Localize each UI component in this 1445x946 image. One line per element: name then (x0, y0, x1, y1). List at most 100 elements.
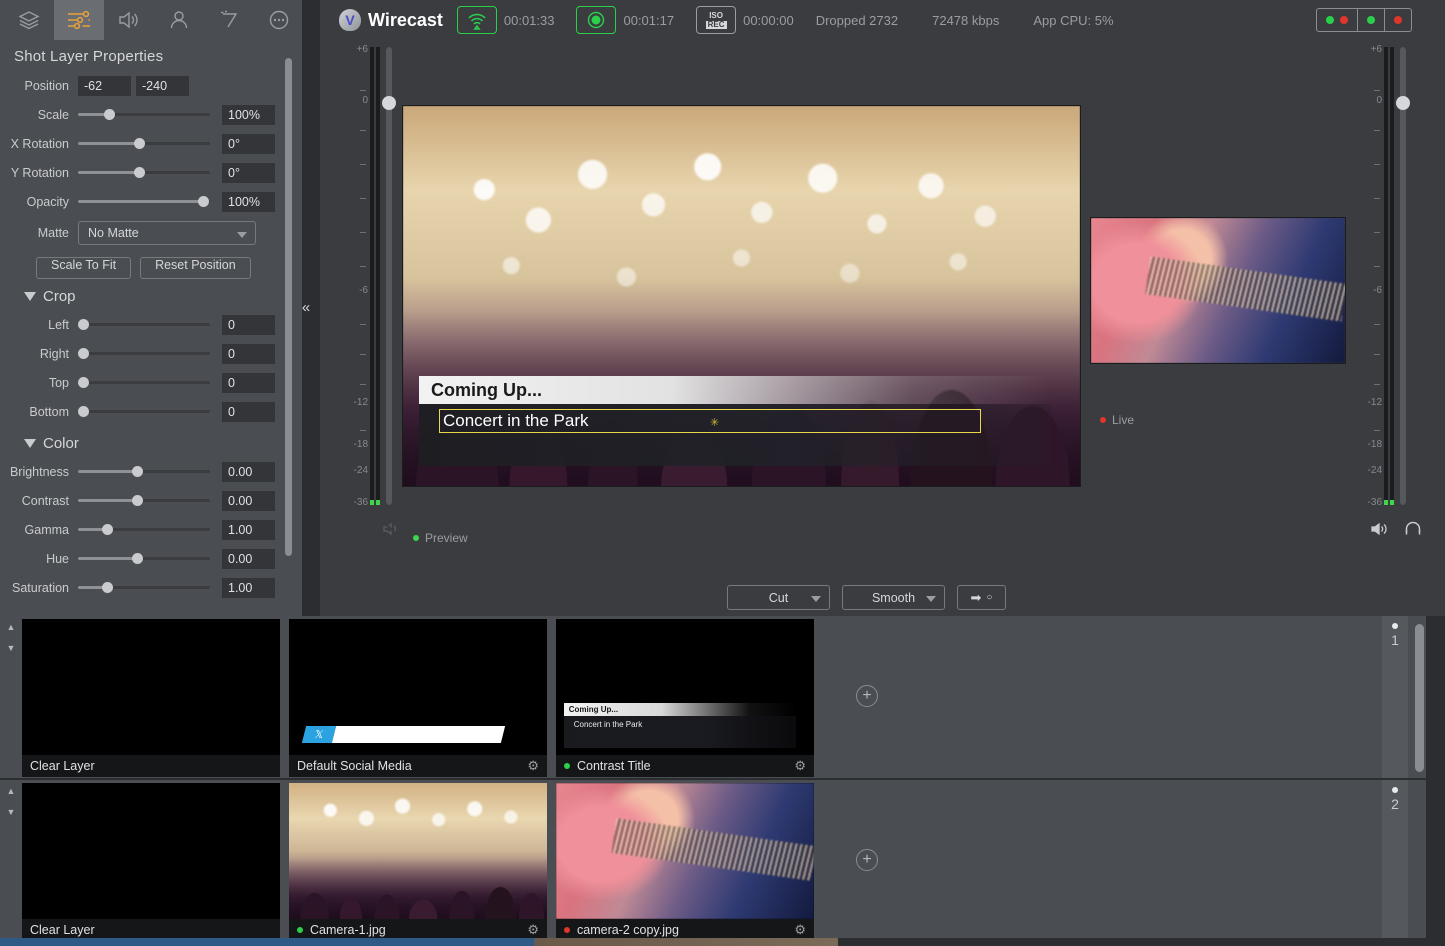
meter-label: -18 (1368, 439, 1382, 450)
scale-slider[interactable] (78, 105, 210, 125)
iso-label-top: ISO (709, 12, 723, 20)
green-dot-icon (1326, 16, 1334, 24)
title-text-input[interactable]: Concert in the Park ✳ (439, 409, 981, 433)
live-audio-controls (1370, 520, 1423, 543)
contrast-slider[interactable] (78, 491, 210, 511)
crop-top-slider[interactable] (78, 373, 210, 393)
sliders-icon[interactable] (54, 0, 104, 40)
speaker-icon[interactable] (1370, 520, 1390, 543)
crop-section-header[interactable]: Crop (0, 279, 320, 310)
fader-knob-left[interactable] (382, 96, 396, 110)
gear-icon[interactable]: ⚙ (527, 758, 539, 774)
crop-top-value[interactable]: 0 (222, 373, 275, 393)
contrast-row: Contrast 0.00 (0, 486, 320, 515)
shot-camera-2-copy[interactable]: camera-2 copy.jpg ⚙ (556, 783, 814, 941)
add-shot-button-layer-2[interactable]: + (856, 849, 878, 871)
layer-1-scrollbar[interactable] (1415, 624, 1424, 772)
speaker-mute-icon[interactable] (382, 520, 402, 543)
shot-name-label: Default Social Media (297, 759, 520, 773)
add-shot-button-layer-1[interactable]: + (856, 685, 878, 707)
meter-label: -12 (354, 397, 368, 408)
audio-icon[interactable] (104, 0, 154, 40)
crop-section-title: Crop (43, 288, 76, 305)
x-rotation-value[interactable]: 0° (222, 134, 275, 154)
more-icon[interactable] (254, 0, 304, 40)
scale-value[interactable]: 100% (222, 105, 275, 125)
position-x-field[interactable]: -62 (78, 76, 131, 96)
go-button[interactable]: ➡ ○ (957, 585, 1006, 610)
stream-status-box[interactable] (1358, 8, 1385, 32)
gear-icon[interactable]: ⚙ (527, 922, 539, 938)
crop-left-slider[interactable] (78, 315, 210, 335)
y-rotation-value[interactable]: 0° (222, 163, 275, 183)
title-overlay: Coming Up... Concert in the Park ✳ (419, 376, 1051, 466)
person-icon[interactable] (154, 0, 204, 40)
shot-thumbnail: Coming Up... Concert in the Park (556, 619, 814, 755)
move-down-button[interactable]: ▼ (7, 807, 16, 817)
move-up-button[interactable]: ▲ (7, 786, 16, 796)
record-status-box[interactable] (1385, 8, 1412, 32)
live-fader-right[interactable] (1400, 47, 1406, 505)
layers-icon[interactable] (4, 0, 54, 40)
headphones-icon[interactable] (1403, 520, 1423, 543)
hue-slider[interactable] (78, 549, 210, 569)
crop-right-value[interactable]: 0 (222, 344, 275, 364)
hue-value[interactable]: 0.00 (222, 549, 275, 569)
gear-icon[interactable]: ⚙ (794, 922, 806, 938)
preview-fader-left[interactable] (386, 47, 392, 505)
shot-clear-layer-1[interactable]: Clear Layer (22, 619, 280, 777)
y-rotation-slider[interactable] (78, 163, 210, 183)
scale-to-fit-button[interactable]: Scale To Fit (36, 257, 131, 279)
properties-scrollbar[interactable] (285, 58, 292, 556)
record-status-icon[interactable] (576, 6, 616, 34)
shot-clear-layer-2[interactable]: Clear Layer (22, 783, 280, 941)
live-monitor[interactable] (1090, 217, 1346, 364)
saturation-slider[interactable] (78, 578, 210, 598)
triangle-down-icon (24, 292, 36, 301)
dropped-frames-status: Dropped 2732 (816, 13, 898, 28)
crop-right-slider[interactable] (78, 344, 210, 364)
output-status-box[interactable] (1316, 8, 1358, 32)
x-rotation-slider[interactable] (78, 134, 210, 154)
saturation-value[interactable]: 1.00 (222, 578, 275, 598)
iso-record-icon[interactable]: ISO REC (696, 6, 736, 34)
shot-default-social-media[interactable]: 𝕏 Default Social Media ⚙ (289, 619, 547, 777)
matte-row: Matte No Matte (0, 216, 320, 250)
transition-type-select[interactable]: Cut (727, 585, 830, 610)
contrast-label: Contrast (0, 494, 78, 508)
layer-number-2[interactable]: 2 (1382, 780, 1408, 942)
opacity-value[interactable]: 100% (222, 192, 275, 212)
matte-select[interactable]: No Matte (78, 221, 256, 245)
shot-camera-1[interactable]: Camera-1.jpg ⚙ (289, 783, 547, 941)
brightness-value[interactable]: 0.00 (222, 462, 275, 482)
crop-bottom-value[interactable]: 0 (222, 402, 275, 422)
crop-left-value[interactable]: 0 (222, 315, 275, 335)
opacity-slider[interactable] (78, 192, 210, 212)
hue-label: Hue (0, 552, 78, 566)
gear-icon[interactable]: ⚙ (794, 758, 806, 774)
transition-speed-select[interactable]: Smooth (842, 585, 945, 610)
move-up-button[interactable]: ▲ (7, 622, 16, 632)
shot-contrast-title[interactable]: Coming Up... Concert in the Park Contras… (556, 619, 814, 777)
crop-bottom-slider[interactable] (78, 402, 210, 422)
live-label-group: Live (1100, 413, 1134, 427)
fader-knob-right[interactable] (1396, 96, 1410, 110)
position-y-field[interactable]: -240 (136, 76, 189, 96)
reset-position-button[interactable]: Reset Position (140, 257, 251, 279)
transform-icon[interactable] (204, 0, 254, 40)
gamma-slider[interactable] (78, 520, 210, 540)
gamma-value[interactable]: 1.00 (222, 520, 275, 540)
contrast-value[interactable]: 0.00 (222, 491, 275, 511)
move-down-button[interactable]: ▼ (7, 643, 16, 653)
brightness-slider[interactable] (78, 462, 210, 482)
layer-number-label: 2 (1391, 796, 1399, 812)
page-title: Shot Layer Properties (0, 40, 320, 71)
layer-number-1[interactable]: 1 (1382, 616, 1408, 778)
stream-status-icon[interactable] (457, 6, 497, 34)
collapse-panel-button[interactable]: « (295, 296, 317, 318)
meter-label: -6 (359, 285, 368, 296)
color-section-header[interactable]: Color (0, 426, 320, 457)
preview-monitor[interactable]: Coming Up... Concert in the Park ✳ (402, 105, 1081, 487)
meter-label: -6 (1373, 285, 1382, 296)
guitar-thumbnail-image (556, 783, 814, 919)
